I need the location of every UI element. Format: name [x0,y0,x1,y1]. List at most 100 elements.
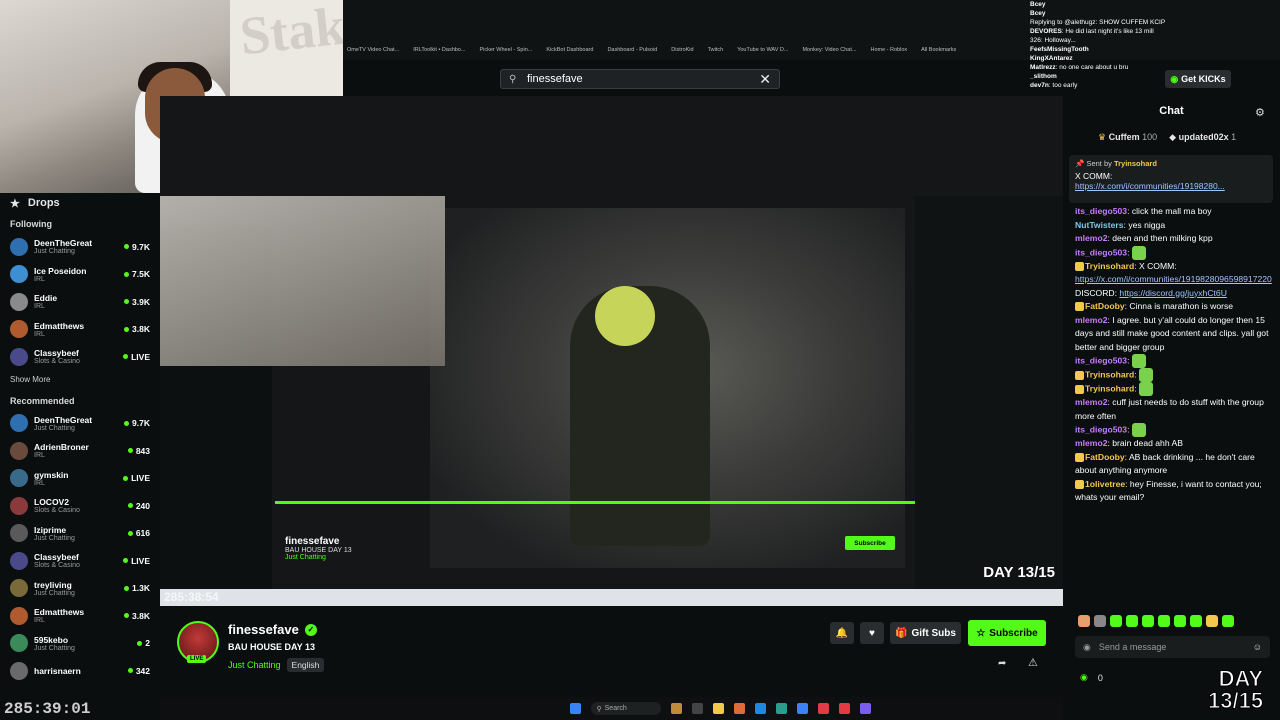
emote-icon[interactable] [1110,615,1122,627]
pinned-message[interactable]: 📌 Sent by Tryinsohard X COMM: https://x.c… [1069,155,1273,203]
emote-icon[interactable] [1222,615,1234,627]
app-icon[interactable] [796,703,808,714]
channel-name: LOCOV2 [34,497,69,508]
windows-start-icon[interactable] [569,703,581,714]
leaderboard-name[interactable]: updated02x [1179,132,1229,142]
chat-username[interactable]: mlemo2 [1075,397,1107,407]
streamer-name[interactable]: finessefave [228,622,299,637]
chat-username[interactable]: mlemo2 [1075,438,1107,448]
channel-item[interactable]: Eddie IRL 3.9K [0,288,158,316]
emote-icon[interactable] [1190,615,1202,627]
bookmark[interactable]: KickBot Dashboard [546,47,593,53]
channel-item[interactable]: Ice Poseidon IRL 7.5K [0,261,158,289]
chat-username[interactable]: NutTwisters [1075,220,1124,230]
app-icon[interactable] [775,703,787,714]
folder-icon[interactable] [712,703,724,714]
chat-username[interactable]: its_diego503 [1075,355,1127,365]
leaderboard-value: 1 [1231,132,1237,142]
overlay-timer: 285:39:01 [4,700,91,718]
channel-item[interactable]: Classybeef Slots & Casino LIVE [0,343,158,371]
emote-icon[interactable] [1078,615,1090,627]
chat-link[interactable]: https://x.com/i/communities/191982809659… [1075,274,1272,284]
chat-username[interactable]: 1olivetree [1085,479,1125,489]
channel-item[interactable]: harrisnaern 342 [0,657,158,685]
bookmark[interactable]: OmeTV Video Chat... [347,47,399,53]
bookmark[interactable]: DistroKid [671,47,693,53]
chat-username[interactable]: mlemo2 [1075,233,1107,243]
channel-item[interactable]: 595kebo Just Chatting 2 [0,630,158,658]
leaderboard-name[interactable]: Cuffem [1109,132,1140,142]
chat-username[interactable]: Tryinsohard [1085,369,1134,379]
notification-bell-button[interactable]: 🔔 [830,622,854,644]
subscribe-button[interactable]: ☆ Subscribe [968,620,1046,646]
chat-username[interactable]: its_diego503 [1075,247,1127,257]
channel-item[interactable]: treyliving Just Chatting 1.3K [0,575,158,603]
bookmark[interactable]: Twitch [708,47,724,53]
chat-username[interactable]: its_diego503 [1075,424,1127,434]
chat-username[interactable]: mlemo2 [1075,315,1107,325]
channel-item[interactable]: DeenTheGreat Just Chatting 9.7K [0,233,158,261]
chat-username[interactable]: FatDooby [1085,452,1125,462]
app-icon[interactable] [733,703,745,714]
share-icon[interactable]: ➦ [998,658,1006,669]
app-icon[interactable] [817,703,829,714]
viewer-count-value: 3.9K [132,296,150,307]
crown-badge-icon [1075,261,1084,271]
video-progress-bar[interactable] [275,501,915,504]
edge-icon[interactable] [754,703,766,714]
report-icon[interactable]: ⚠ [1028,656,1038,669]
get-kicks-button[interactable]: ◉ Get KICKs [1165,70,1231,88]
app-icon[interactable] [859,703,871,714]
channel-item[interactable]: Classybeef Slots & Casino LIVE [0,547,158,575]
chrome-icon[interactable] [838,703,850,714]
user-settings-icon[interactable]: ⚙ [1255,106,1265,119]
channel-item[interactable]: Edmatthews IRL 3.8K [0,602,158,630]
emote-icon[interactable] [1158,615,1170,627]
channel-item[interactable]: Edmatthews IRL 3.8K [0,316,158,344]
follow-heart-button[interactable]: ♥ [860,622,884,644]
pinned-sender[interactable]: Tryinsohard [1114,159,1157,168]
bookmark[interactable]: IRLToolkit • Dashbo... [413,47,465,53]
drops-link[interactable]: ★ Drops [0,193,158,213]
channel-item[interactable]: Iziprime Just Chatting 616 [0,520,158,548]
chat-username[interactable]: FatDooby [1085,301,1125,311]
stream-category[interactable]: Just Chatting [228,660,281,670]
emote-icon[interactable] [1142,615,1154,627]
app-icon[interactable] [670,703,682,714]
close-icon[interactable]: ✕ [759,71,771,88]
bookmark[interactable]: YouTube to WAV D... [737,47,788,53]
emote-icon[interactable] [1206,615,1218,627]
search-input[interactable]: finessefave [527,73,759,85]
emoji-picker-icon[interactable]: ☺ [1253,642,1262,652]
chat-username[interactable]: Tryinsohard [1085,261,1134,271]
kicks-icon: ◉ [1080,672,1088,682]
bookmark[interactable]: Monkey: Video Chat... [802,47,856,53]
channel-name: DeenTheGreat [34,238,93,249]
bookmark[interactable]: Dashboard - Pulsoid [607,47,657,53]
emote-icon[interactable] [1126,615,1138,627]
channel-item[interactable]: LOCOV2 Slots & Casino 240 [0,492,158,520]
language-tag[interactable]: English [286,658,325,672]
avatar [10,551,28,570]
search-bar[interactable]: ⚲ finessefave ✕ [500,69,780,89]
channel-category: Slots & Casino [34,562,80,570]
chat-username[interactable]: its_diego503 [1075,206,1127,216]
chat-link[interactable]: https://discord.gg/juyxhCt6U [1119,288,1226,298]
chat-username[interactable]: Tryinsohard [1085,383,1134,393]
channel-item[interactable]: AdrienBroner IRL 843 [0,437,158,465]
gift-subs-button[interactable]: 🎁 Gift Subs [890,622,961,644]
show-more-button[interactable]: Show More [0,371,158,390]
channel-item[interactable]: DeenTheGreat Just Chatting 9.7K [0,410,158,438]
taskbar-search[interactable]: ⚲ Search [590,702,661,715]
emote-icon[interactable] [1094,615,1106,627]
chat-input[interactable]: ◉ Send a message ☺ [1075,636,1270,658]
channel-text: Ice Poseidon IRL [34,266,124,283]
app-icon[interactable] [691,703,703,714]
pinned-link[interactable]: https://x.com/i/communities/19198280... [1075,181,1225,191]
bookmark[interactable]: Home - Roblox [870,47,907,53]
video-player[interactable]: finessefave BAU HOUSE DAY 13 Just Chatti… [160,96,1063,606]
channel-item[interactable]: gymskin IRL LIVE [0,465,158,493]
bookmark-all[interactable]: All Bookmarks [921,47,956,53]
emote-icon[interactable] [1174,615,1186,627]
bookmark[interactable]: Picker Wheel - Spin... [479,47,532,53]
